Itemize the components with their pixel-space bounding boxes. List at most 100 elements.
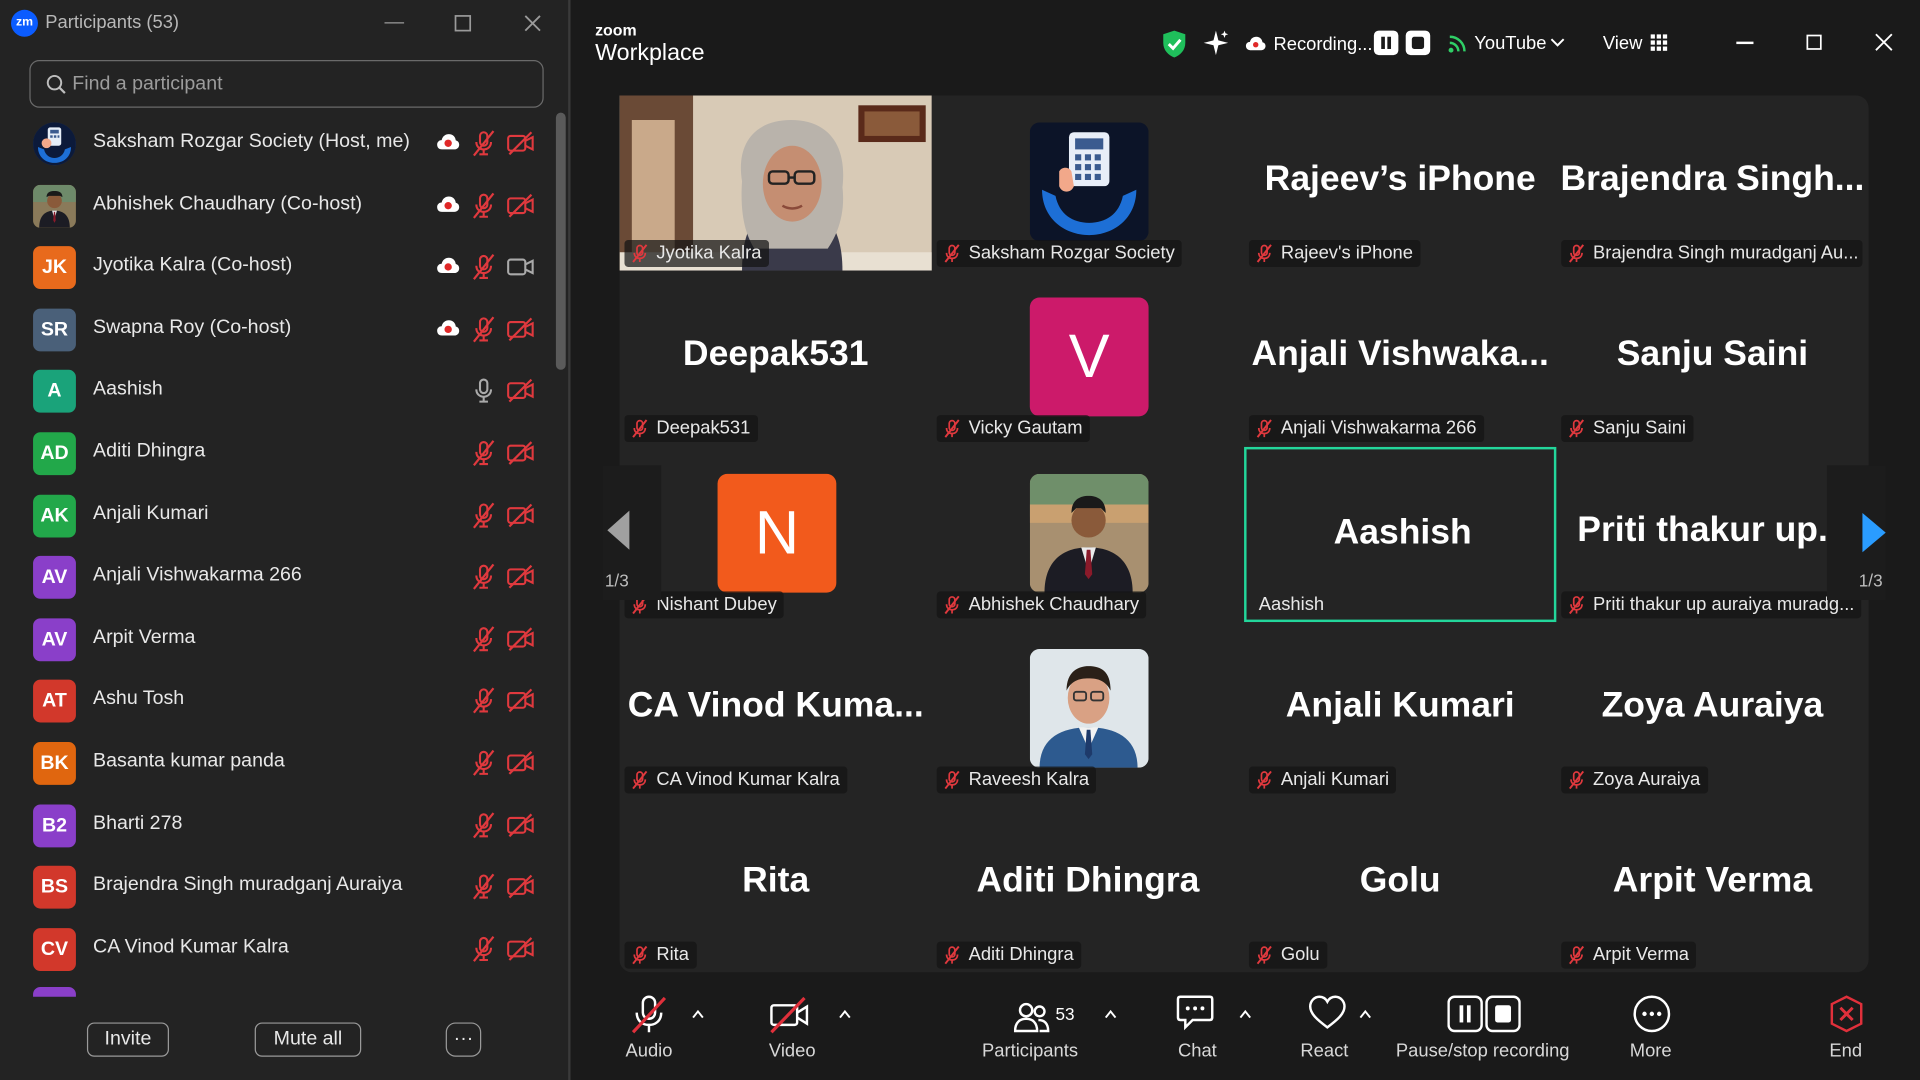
participant-tile[interactable]: Arpit Verma Arpit Verma	[1556, 797, 1868, 972]
mic-muted-icon[interactable]	[469, 500, 498, 529]
participant-row[interactable]: CV CA Vinod Kumar Kalra	[0, 918, 553, 979]
scrollbar[interactable]	[553, 112, 566, 997]
video-off-icon[interactable]	[506, 129, 535, 158]
video-off-icon[interactable]	[506, 686, 535, 715]
meeting-close-icon[interactable]	[1875, 33, 1893, 51]
youtube-stream-button[interactable]: YouTube	[1474, 33, 1546, 54]
panel-more-button[interactable]: ···	[445, 1022, 482, 1057]
mute-all-button[interactable]: Mute all	[254, 1022, 362, 1057]
video-off-icon[interactable]	[506, 562, 535, 591]
participant-tile[interactable]: Abhishek Chaudhary	[932, 446, 1244, 621]
video-button[interactable]: Video	[762, 994, 818, 1062]
pause-recording-button[interactable]	[1373, 30, 1399, 56]
participant-row[interactable]: AT Ashu Tosh	[0, 670, 553, 731]
meeting-minimize-icon[interactable]	[1736, 41, 1754, 44]
audio-options-caret-icon[interactable]	[691, 1007, 706, 1022]
participants-options-caret-icon[interactable]	[1103, 1007, 1118, 1022]
meeting-maximize-icon[interactable]	[1806, 34, 1823, 51]
react-options-caret-icon[interactable]	[1358, 1007, 1373, 1022]
view-button[interactable]: View	[1603, 33, 1642, 54]
video-off-icon[interactable]	[506, 872, 535, 901]
participant-row[interactable]: B2 Bharti 278	[0, 794, 553, 855]
participant-tile[interactable]: Priti thakur up... Priti thakur up auraiy…	[1556, 446, 1868, 621]
maximize-icon[interactable]	[447, 7, 479, 39]
participant-tile[interactable]: Aditi Dhingra Aditi Dhingra	[932, 797, 1244, 972]
mic-muted-icon[interactable]	[469, 810, 498, 839]
video-icon[interactable]	[506, 252, 535, 281]
close-icon[interactable]	[517, 7, 549, 39]
mic-muted-icon[interactable]	[469, 252, 498, 281]
participant-tile[interactable]: Sanju Saini Sanju Saini	[1556, 271, 1868, 446]
chevron-down-icon[interactable]	[1550, 38, 1565, 48]
participant-row[interactable]: BK Basanta kumar panda	[0, 732, 553, 793]
prev-page-button[interactable]: 1/3	[602, 465, 662, 601]
video-off-icon[interactable]	[506, 314, 535, 343]
participant-tile[interactable]: Rajeev’s iPhone Rajeev's iPhone	[1244, 96, 1556, 271]
participant-tile[interactable]: Zoya Auraiya Zoya Auraiya	[1556, 622, 1868, 797]
next-page-button[interactable]: 1/3	[1826, 465, 1886, 601]
video-off-icon[interactable]	[506, 934, 535, 963]
react-button[interactable]: React	[1300, 994, 1354, 1062]
participant-tile[interactable]: CA Vinod Kuma... CA Vinod Kumar Kalra	[620, 622, 932, 797]
stop-recording-button[interactable]	[1405, 30, 1431, 56]
search-input[interactable]	[72, 71, 526, 98]
scrollbar-thumb[interactable]	[555, 112, 566, 370]
participant-tile[interactable]: Jyotika Kalra	[619, 95, 932, 271]
participant-row[interactable]: BS Brajendra Singh muradganj Auraiya	[0, 856, 553, 917]
recording-status[interactable]: Recording...	[1273, 34, 1372, 55]
mic-muted-icon[interactable]	[469, 686, 498, 715]
video-off-icon[interactable]	[506, 810, 535, 839]
avatar-initials: SR	[40, 319, 69, 341]
audio-button[interactable]: Audio	[624, 994, 673, 1062]
participant-tile[interactable]: Saksham Rozgar Society	[932, 96, 1244, 271]
video-off-icon[interactable]	[506, 376, 535, 405]
mic-muted-icon[interactable]	[469, 191, 498, 220]
participant-tile[interactable]: Deepak531 Deepak531	[620, 271, 932, 446]
video-off-icon[interactable]	[506, 500, 535, 529]
video-off-icon[interactable]	[506, 624, 535, 653]
video-options-caret-icon[interactable]	[838, 1007, 853, 1022]
mic-muted-icon[interactable]	[469, 934, 498, 963]
participant-tile[interactable]: Raveesh Kalra	[932, 622, 1244, 797]
minimize-icon[interactable]: —	[378, 7, 410, 39]
participant-row[interactable]: Saksham Rozgar Society (Host, me)	[0, 113, 553, 174]
mic-muted-icon[interactable]	[469, 314, 498, 343]
sparkle-ai-icon[interactable]	[1202, 29, 1229, 56]
participant-row[interactable]: AV Arpit Verma	[0, 608, 553, 669]
tile-name-label: Raveesh Kalra	[936, 766, 1097, 794]
participant-tile[interactable]: Anjali Vishwaka... Anjali Vishwakarma 266	[1244, 271, 1556, 446]
participant-tile[interactable]: Rita Rita	[620, 797, 932, 972]
participant-tile[interactable]: Brajendra Singh... Brajendra Singh muradg…	[1556, 96, 1868, 271]
tile-name-text: Anjali Kumari	[1280, 768, 1390, 790]
mic-muted-icon[interactable]	[469, 748, 498, 777]
video-off-icon[interactable]	[506, 748, 535, 777]
video-off-icon[interactable]	[506, 191, 535, 220]
mic-muted-icon[interactable]	[469, 624, 498, 653]
participant-row[interactable]: Abhishek Chaudhary (Co-host)	[0, 175, 553, 236]
mic-muted-icon[interactable]	[469, 872, 498, 901]
participant-row[interactable]: JK Jyotika Kalra (Co-host)	[0, 237, 553, 298]
participant-tile[interactable]: N Nishant Dubey	[620, 446, 932, 621]
chat-icon	[1176, 995, 1214, 1031]
chat-options-caret-icon[interactable]	[1238, 1007, 1253, 1022]
mic-muted-icon[interactable]	[469, 438, 498, 467]
participant-tile[interactable]: V Vicky Gautam	[932, 271, 1244, 446]
participant-row[interactable]: AK Anjali Kumari	[0, 484, 553, 545]
video-off-icon[interactable]	[506, 438, 535, 467]
chat-button[interactable]: Chat	[1171, 994, 1220, 1062]
participant-tile[interactable]: Aashish Aashish	[1244, 446, 1557, 622]
participant-row[interactable]: AD Aditi Dhingra	[0, 422, 553, 483]
participant-row[interactable]: SR Swapna Roy (Co-host)	[0, 299, 553, 360]
mic-icon[interactable]	[469, 376, 498, 405]
participant-row[interactable]: A Aashish	[0, 360, 553, 421]
participant-tile[interactable]: Anjali Kumari Anjali Kumari	[1244, 622, 1556, 797]
security-shield-icon[interactable]	[1161, 29, 1188, 58]
participant-row[interactable]: AV Anjali Vishwakarma 266	[0, 546, 553, 607]
mic-muted-icon	[1256, 946, 1272, 965]
invite-button[interactable]: Invite	[86, 1022, 169, 1057]
mic-muted-icon[interactable]	[469, 562, 498, 591]
participant-tile[interactable]: Golu Golu	[1244, 797, 1556, 972]
grid-view-icon[interactable]	[1650, 34, 1668, 51]
mic-muted-icon[interactable]	[469, 129, 498, 158]
avatar: BK	[33, 742, 76, 785]
